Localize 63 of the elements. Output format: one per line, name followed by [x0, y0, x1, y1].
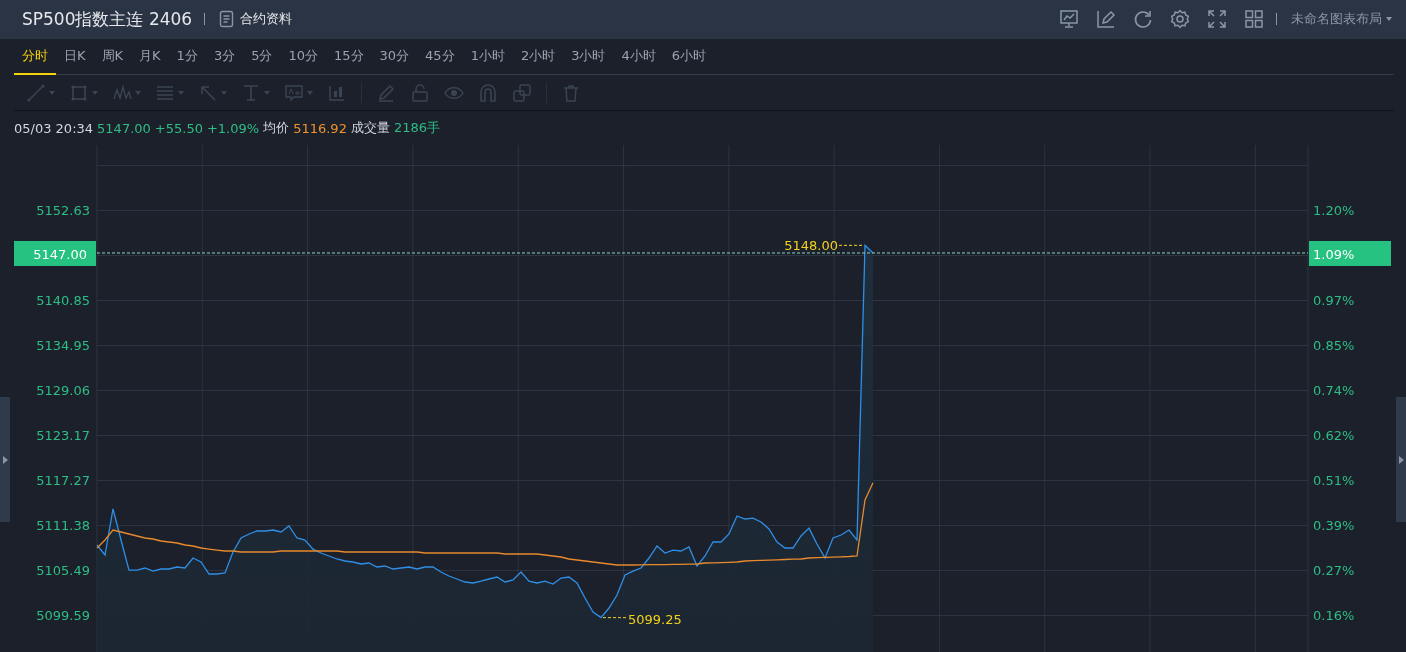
last-price-badge: 5147.00	[14, 241, 96, 266]
price-tick-label: 5123.17	[36, 427, 90, 443]
side-panel-handle[interactable]	[1396, 397, 1406, 522]
quote-value: 2186手	[393, 119, 440, 138]
price-tick-label: 5117.27	[36, 473, 90, 488]
timeframe-tab[interactable]: 2小时	[512, 38, 564, 76]
quote-value: 05/03 20:34	[14, 120, 94, 136]
leader-line	[838, 244, 864, 246]
timeframe-tab[interactable]: 3小时	[563, 38, 614, 76]
price-tick-label: 5105.49	[36, 563, 90, 578]
percent-tick-label: 0.51%	[1313, 473, 1355, 488]
timeframe-tab[interactable]: 4小时	[613, 38, 664, 76]
fullscreen-icon[interactable]	[1207, 9, 1227, 30]
timeframe-tab[interactable]: 45分	[417, 38, 463, 76]
timeframe-tab[interactable]: 分时	[14, 38, 56, 76]
price-tick-label: 5129.06	[36, 383, 90, 398]
percent-tick-label: 0.39%	[1313, 518, 1355, 533]
price-tick-label: 5099.59	[36, 608, 90, 624]
quote-value: 成交量	[350, 119, 390, 138]
price-tick-label: 5134.95	[36, 338, 90, 353]
percent-tick-label: 0.62%	[1313, 427, 1355, 443]
timeframe-tab[interactable]: 5分	[243, 38, 281, 76]
timeframe-tab[interactable]: 周K	[93, 38, 132, 76]
price-tick-label: 5111.38	[36, 518, 90, 533]
percent-tick-label: 1.20%	[1313, 203, 1355, 218]
high-price-label: 5148.00	[784, 238, 838, 254]
quote-value: 均价	[263, 119, 290, 138]
layout-dropdown[interactable]: 未命名图表布局	[1291, 10, 1392, 29]
timeframe-tab[interactable]: 1分	[168, 38, 206, 76]
expand-arrow-icon	[1398, 455, 1404, 464]
percent-tick-label: 0.16%	[1313, 608, 1355, 624]
timeframe-tab[interactable]: 6小时	[663, 38, 715, 76]
percent-tick-label: 0.74%	[1313, 383, 1355, 398]
timeframe-tab[interactable]: 3分	[205, 38, 244, 76]
side-panel-handle[interactable]	[0, 397, 10, 522]
timeframe-tab[interactable]: 10分	[280, 38, 326, 76]
last-percent-badge: 1.09%	[1309, 241, 1391, 266]
expand-arrow-icon	[2, 455, 8, 464]
timeframe-tab[interactable]: 日K	[56, 38, 94, 76]
quote-value: 5147.00	[97, 120, 151, 136]
quote-value: +1.09%	[206, 120, 260, 136]
timeframe-tab[interactable]: 月K	[131, 38, 169, 76]
price-tick-label: 5152.63	[36, 203, 90, 218]
percent-tick-label: 0.85%	[1313, 338, 1355, 353]
timeframe-tab[interactable]: 30分	[371, 38, 418, 76]
pencil-icon[interactable]	[1096, 9, 1116, 30]
percent-tick-label: 0.97%	[1313, 292, 1355, 308]
quote-value: 5116.92	[293, 120, 347, 136]
timeframe-tab[interactable]: 1小时	[462, 38, 513, 76]
document-icon	[219, 10, 235, 29]
percent-tick-label: 0.27%	[1313, 563, 1355, 578]
settings-icon[interactable]	[1170, 9, 1190, 30]
caret-icon	[1386, 17, 1392, 22]
price-tick-label: 5140.85	[36, 292, 90, 308]
window-title: SP500指数主连 2406	[22, 7, 193, 31]
quote-value: +55.50	[154, 120, 203, 136]
contract-info-link[interactable]: 合约资料	[219, 10, 293, 29]
low-price-label: 5099.25	[628, 611, 682, 627]
monitor-chart-icon[interactable]	[1059, 9, 1079, 30]
timeframe-tab[interactable]: 15分	[326, 38, 372, 76]
refresh-icon[interactable]	[1133, 9, 1153, 30]
grid-icon[interactable]	[1244, 9, 1264, 30]
leader-line	[602, 617, 628, 619]
